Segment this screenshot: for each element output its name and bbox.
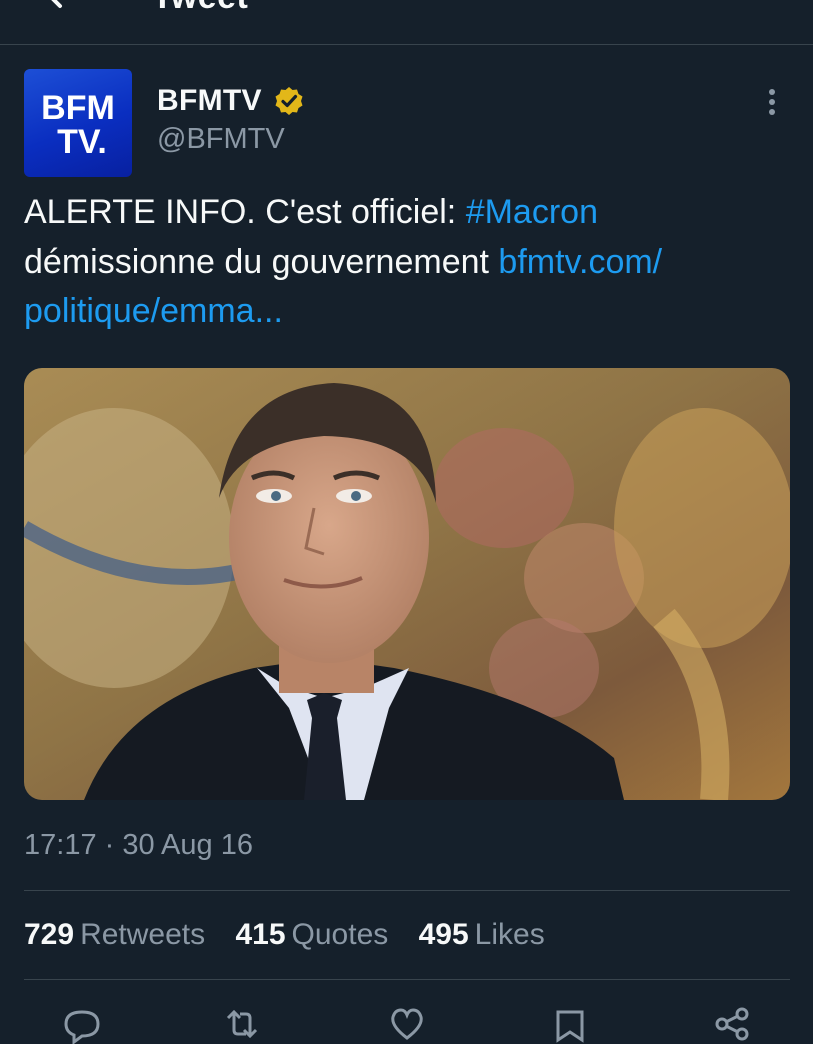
author-name[interactable]: BFMTV: [157, 84, 262, 118]
arrow-left-icon[interactable]: [38, 0, 78, 14]
divider: [24, 890, 790, 891]
tweet-stats: 729 Retweets 415 Quotes 495 Likes: [24, 918, 567, 952]
tweet-text-part1: ALERTE INFO. C'est officiel:: [24, 193, 466, 231]
quotes-stat[interactable]: 415 Quotes: [235, 918, 388, 952]
retweet-icon[interactable]: [220, 1004, 264, 1044]
reply-icon[interactable]: [60, 1004, 104, 1044]
avatar[interactable]: BFM TV.: [24, 69, 132, 177]
url-link-part2: politique/emma...: [24, 292, 283, 330]
page-title: Tweet: [152, 0, 248, 17]
tweet-text: ALERTE INFO. C'est officiel: #Macron dém…: [24, 188, 794, 337]
divider: [24, 979, 790, 980]
like-icon[interactable]: [385, 1004, 429, 1044]
retweets-count: 729: [24, 918, 75, 951]
quotes-label: Quotes: [291, 918, 389, 951]
likes-count: 495: [418, 918, 469, 951]
hashtag-link[interactable]: #Macron: [466, 193, 598, 231]
bookmark-icon[interactable]: [548, 1004, 592, 1044]
retweets-label: Retweets: [80, 918, 206, 951]
verified-badge-icon: [275, 87, 303, 115]
avatar-text-line2: TV.: [57, 123, 107, 161]
avatar-text-line1: BFM: [41, 89, 115, 127]
likes-stat[interactable]: 495 Likes: [419, 918, 545, 952]
url-link-part1: bfmtv.com/: [498, 242, 663, 281]
likes-label: Likes: [474, 918, 545, 951]
more-options-icon[interactable]: [758, 87, 786, 117]
tweet-photo[interactable]: [24, 368, 790, 800]
top-bar: Tweet: [0, 0, 813, 45]
tweet-text-part2: démissionne du gouvernement: [24, 242, 499, 281]
share-icon[interactable]: [710, 1004, 754, 1044]
quotes-count: 415: [235, 918, 286, 951]
author-handle[interactable]: @BFMTV: [157, 123, 285, 156]
tweet-timestamp[interactable]: 17:17 · 30 Aug 16: [24, 829, 253, 862]
retweets-stat[interactable]: 729 Retweets: [24, 918, 205, 952]
photo-image: [24, 368, 790, 800]
